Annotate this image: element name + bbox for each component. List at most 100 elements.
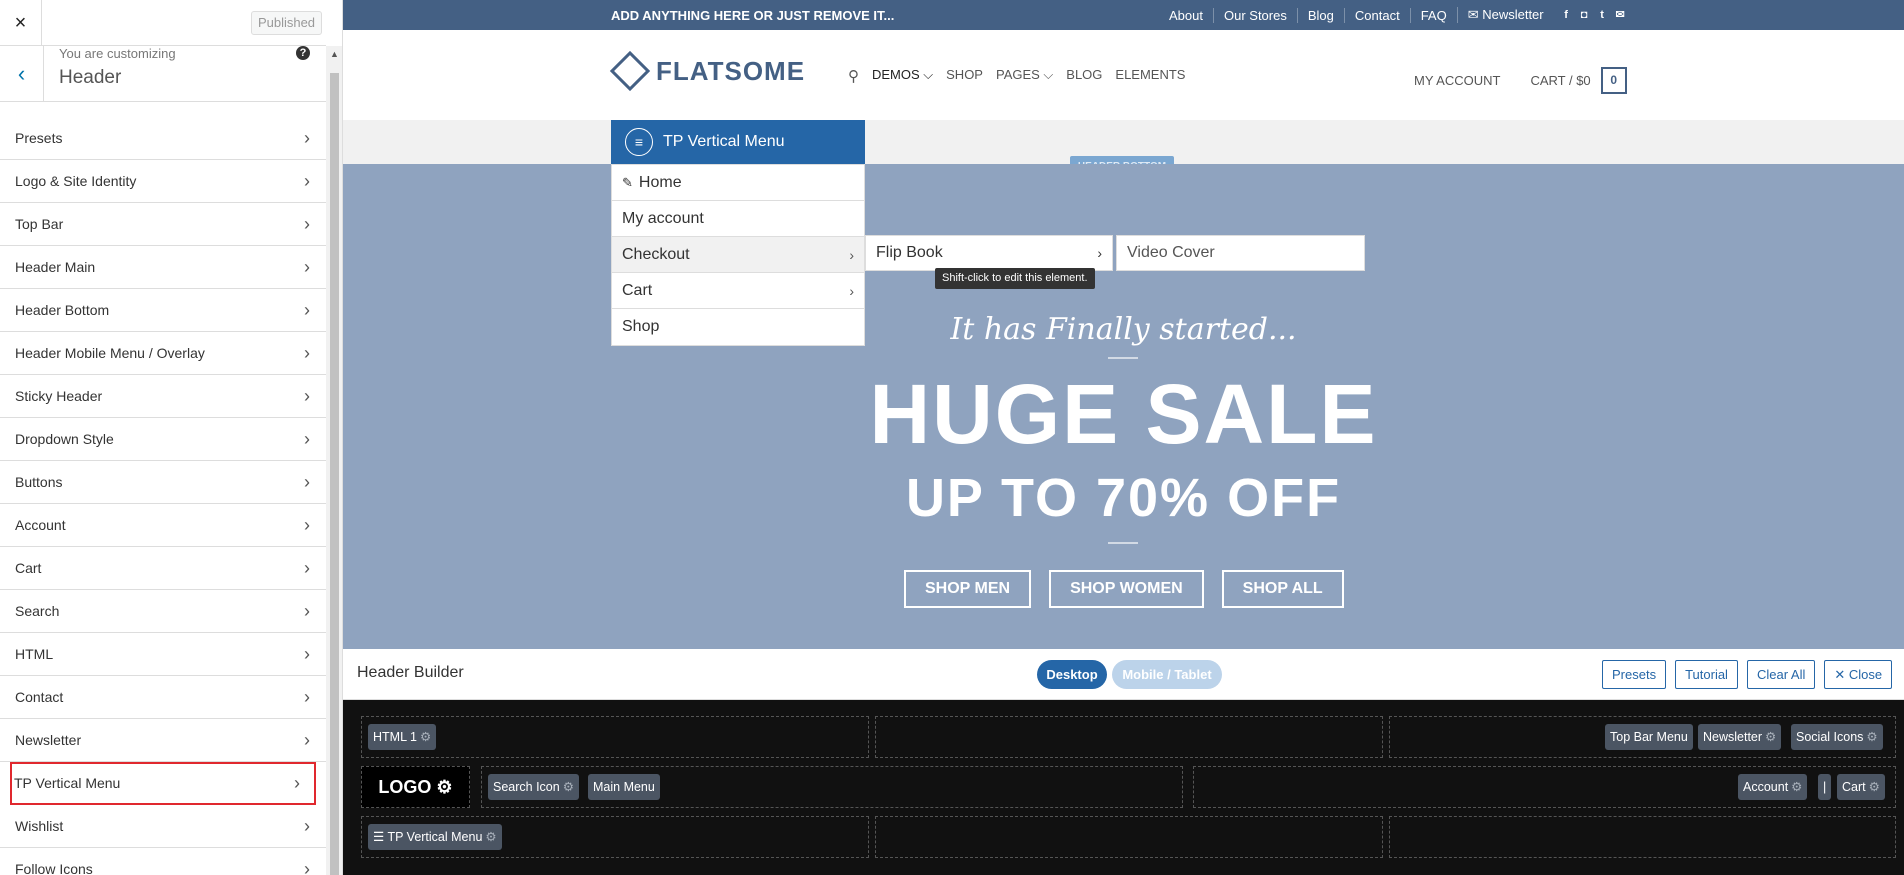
sidebar-item-dropdown-style[interactable]: Dropdown Style › — [0, 418, 326, 461]
vertical-menu-toggle[interactable]: ≡ TP Vertical Menu — [611, 120, 865, 164]
shop-women-button[interactable]: SHOP WOMEN — [1049, 570, 1204, 608]
chevron-right-icon: › — [304, 472, 310, 492]
hero-script-text: It has Finally started... — [950, 312, 1297, 347]
email-icon[interactable]: ✉ — [1615, 9, 1626, 21]
my-account-link[interactable]: MY ACCOUNT — [1414, 73, 1500, 88]
chevron-right-icon: › — [304, 859, 310, 875]
hero-divider-bottom — [1108, 542, 1138, 544]
top-link-faq[interactable]: FAQ — [1409, 7, 1457, 23]
sidebar-item-buttons[interactable]: Buttons › — [0, 461, 326, 504]
sidebar-item-wishlist[interactable]: Wishlist › — [0, 805, 326, 848]
nav-blog[interactable]: BLOG — [1066, 67, 1102, 85]
bottom-center-cell[interactable] — [875, 816, 1383, 858]
sidebar-item-tp-vertical-menu[interactable]: TP Vertical Menu › — [10, 762, 316, 805]
published-button[interactable]: Published — [251, 11, 322, 35]
cart-count-badge[interactable]: 0 — [1600, 67, 1627, 94]
main-menu-chip[interactable]: Main Menu — [588, 774, 660, 800]
chevron-right-icon: › — [304, 128, 310, 148]
sidebar-item-logo-site-identity[interactable]: Logo & Site Identity › — [0, 160, 326, 203]
sidebar-item-account[interactable]: Account › — [0, 504, 326, 547]
top-left-cell[interactable] — [361, 716, 869, 758]
mobile-tablet-toggle[interactable]: Mobile / Tablet — [1112, 660, 1222, 689]
close-icon[interactable]: × — [0, 0, 42, 46]
chevron-right-icon: › — [294, 773, 300, 793]
cart-chip[interactable]: Cart ⚙ — [1837, 774, 1885, 800]
shop-all-button[interactable]: SHOP ALL — [1221, 570, 1344, 608]
chip-label: HTML 1 — [373, 730, 417, 744]
gear-icon[interactable]: ⚙ — [1765, 730, 1776, 744]
twitter-icon[interactable]: t — [1597, 9, 1608, 21]
logo-element[interactable]: LOGO ⚙ — [361, 766, 470, 808]
sidebar-item-presets[interactable]: Presets › — [0, 117, 326, 160]
main-left-cell[interactable] — [481, 766, 1183, 808]
sidebar-item-label: Wishlist — [15, 818, 64, 834]
search-icon[interactable]: ⚲ — [848, 67, 859, 85]
top-link-stores[interactable]: Our Stores — [1212, 7, 1297, 23]
gear-icon[interactable]: ⚙ — [1869, 780, 1880, 794]
sidebar-item-header-main[interactable]: Header Main › — [0, 246, 326, 289]
sidebar-item-follow-icons[interactable]: Follow Icons › — [0, 848, 326, 875]
gear-icon[interactable]: ⚙ — [420, 730, 431, 744]
hero-subtitle: UP TO 70% OFF — [905, 468, 1342, 528]
desktop-toggle[interactable]: Desktop — [1037, 660, 1107, 689]
sidebar-item-contact[interactable]: Contact › — [0, 676, 326, 719]
presets-button[interactable]: Presets — [1602, 660, 1667, 689]
site-logo[interactable]: FLATSOME — [609, 50, 805, 92]
nav-shop[interactable]: SHOP — [946, 67, 983, 85]
gear-icon[interactable]: ⚙ — [485, 830, 496, 844]
top-bar-menu-chip[interactable]: Top Bar Menu — [1605, 724, 1693, 750]
scroll-up-arrow-icon[interactable]: ▲ — [326, 46, 342, 63]
newsletter-chip[interactable]: Newsletter ⚙ — [1698, 724, 1782, 750]
submenu-flip-book[interactable]: Flip Book › — [865, 235, 1113, 271]
top-link-contact[interactable]: Contact — [1343, 7, 1410, 23]
clear-all-button[interactable]: Clear All — [1746, 660, 1816, 689]
close-button[interactable]: ✕ Close — [1824, 660, 1893, 689]
sidebar-item-search[interactable]: Search › — [0, 590, 326, 633]
top-center-cell[interactable] — [875, 716, 1383, 758]
bottom-right-cell[interactable] — [1389, 816, 1896, 858]
back-arrow-icon[interactable]: ‹ — [0, 46, 44, 102]
submenu-video-cover[interactable]: Video Cover — [1116, 235, 1365, 271]
sidebar-item-cart[interactable]: Cart › — [0, 547, 326, 590]
shop-men-button[interactable]: SHOP MEN — [904, 570, 1032, 608]
top-link-about[interactable]: About — [1159, 8, 1213, 23]
tutorial-button[interactable]: Tutorial — [1675, 660, 1738, 689]
vmenu-item-my-account[interactable]: My account — [612, 201, 864, 237]
chip-label: Newsletter — [1703, 730, 1763, 744]
account-chip[interactable]: Account ⚙ — [1738, 774, 1808, 800]
cart-link[interactable]: CART / $0 — [1530, 73, 1590, 88]
tp-vertical-menu-chip[interactable]: ☰ TP Vertical Menu ⚙ — [368, 824, 502, 850]
submenu-label: Flip Book — [876, 244, 943, 261]
sidebar-item-label: Header Mobile Menu / Overlay — [15, 345, 205, 361]
sidebar-item-html[interactable]: HTML › — [0, 633, 326, 676]
top-link-newsletter[interactable]: ✉ Newsletter — [1456, 7, 1554, 23]
nav-elements[interactable]: ELEMENTS — [1115, 67, 1185, 85]
vmenu-item-shop[interactable]: Shop — [612, 309, 864, 345]
vmenu-item-checkout[interactable]: Checkout › — [612, 237, 864, 273]
facebook-icon[interactable]: f — [1561, 9, 1572, 21]
sidebar-item-header-bottom[interactable]: Header Bottom › — [0, 289, 326, 332]
sidebar-item-header-mobile-menu-overlay[interactable]: Header Mobile Menu / Overlay › — [0, 332, 326, 375]
vmenu-item-cart[interactable]: Cart › — [612, 273, 864, 309]
gear-icon[interactable]: ⚙ — [563, 780, 574, 794]
gear-icon[interactable]: ⚙ — [1791, 780, 1802, 794]
chevron-right-icon: › — [304, 257, 310, 277]
vmenu-item-home[interactable]: ✎ Home — [612, 165, 864, 201]
html1-chip[interactable]: HTML 1 ⚙ — [368, 724, 437, 750]
divider-chip[interactable]: | — [1818, 774, 1832, 800]
scrollbar-thumb[interactable] — [330, 73, 339, 875]
nav-demos[interactable]: DEMOS ⌵ — [872, 67, 933, 85]
chevron-right-icon: › — [1097, 245, 1102, 261]
sidebar-item-sticky-header[interactable]: Sticky Header › — [0, 375, 326, 418]
sidebar-scrollbar[interactable]: ▲ — [326, 46, 342, 875]
social-icons-chip[interactable]: Social Icons ⚙ — [1791, 724, 1883, 750]
chip-label: Account — [1743, 780, 1789, 794]
help-icon[interactable]: ? — [296, 46, 310, 60]
search-icon-chip[interactable]: Search Icon ⚙ — [488, 774, 579, 800]
top-link-blog[interactable]: Blog — [1296, 7, 1344, 23]
instagram-icon[interactable]: ◘ — [1579, 9, 1590, 21]
gear-icon[interactable]: ⚙ — [1866, 730, 1877, 744]
sidebar-item-top-bar[interactable]: Top Bar › — [0, 203, 326, 246]
nav-pages[interactable]: PAGES ⌵ — [996, 67, 1053, 85]
sidebar-item-newsletter[interactable]: Newsletter › — [0, 719, 326, 762]
